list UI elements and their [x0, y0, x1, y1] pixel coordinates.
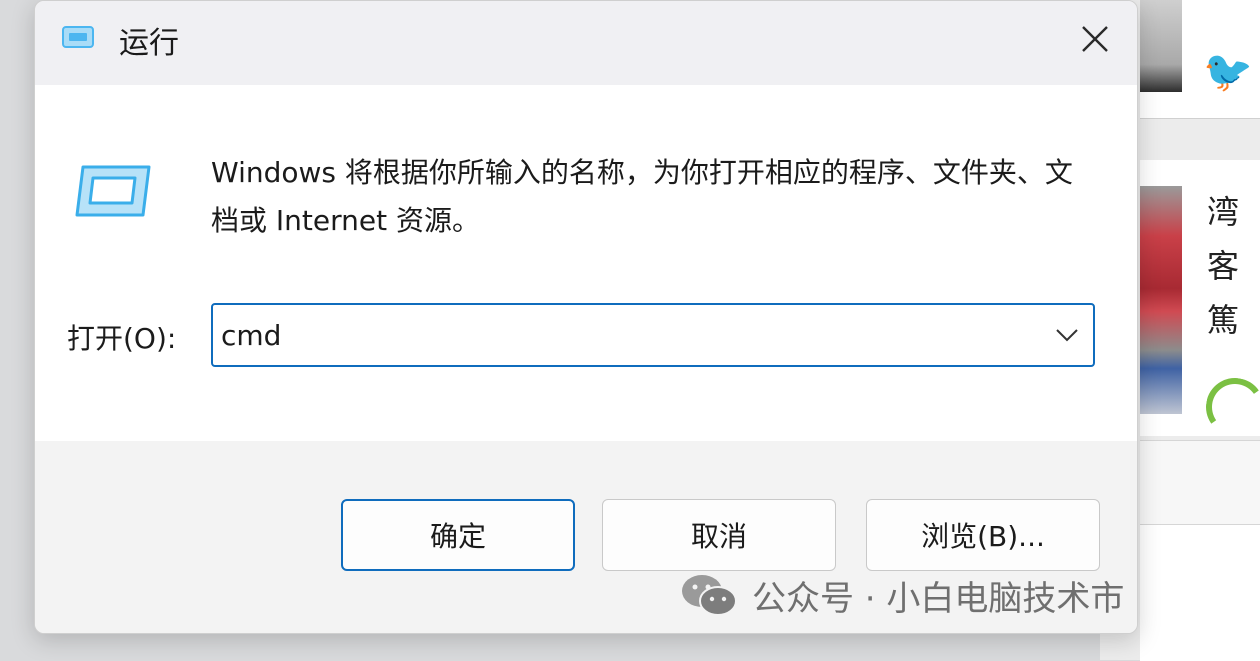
background-thumbnail [1140, 0, 1182, 92]
open-combobox[interactable] [211, 303, 1095, 367]
dialog-description: Windows 将根据你所输入的名称，为你打开相应的程序、文件夹、文档或 Int… [211, 156, 1073, 237]
background-text: 客 [1207, 247, 1240, 285]
run-dialog: 运行 Windows 将根据你所输入的名称，为你打开相应的程序、文件夹、文档或 … [34, 0, 1138, 634]
open-label: 打开(O): [67, 322, 177, 355]
open-input[interactable] [221, 311, 1041, 359]
background-panel [1140, 440, 1260, 525]
close-icon [1082, 26, 1108, 52]
title-bar: 运行 [35, 1, 1137, 85]
run-icon [62, 26, 94, 48]
run-icon [75, 165, 151, 217]
browse-button[interactable]: 浏览(B)... [866, 499, 1100, 571]
dialog-title: 运行 [119, 26, 179, 61]
bird-icon: 🐦 [1203, 49, 1253, 95]
watermark-text: 公众号 · 小白电脑技术市 [752, 578, 1125, 619]
wechat-logo [682, 575, 737, 616]
background-thumbnail [1140, 186, 1182, 414]
close-button[interactable] [1067, 15, 1123, 63]
dialog-content: Windows 将根据你所输入的名称，为你打开相应的程序、文件夹、文档或 Int… [35, 85, 1137, 441]
cancel-button[interactable]: 取消 [602, 499, 836, 571]
dropdown-button[interactable] [1051, 319, 1083, 351]
background-text: 篤 [1207, 301, 1240, 339]
ok-button[interactable]: 确定 [341, 499, 575, 571]
watermark: 公众号 · 小白电脑技术市 [680, 568, 1124, 622]
background-text: 湾 [1207, 193, 1240, 231]
background-panel [1140, 524, 1260, 661]
chevron-down-icon [1056, 329, 1078, 342]
